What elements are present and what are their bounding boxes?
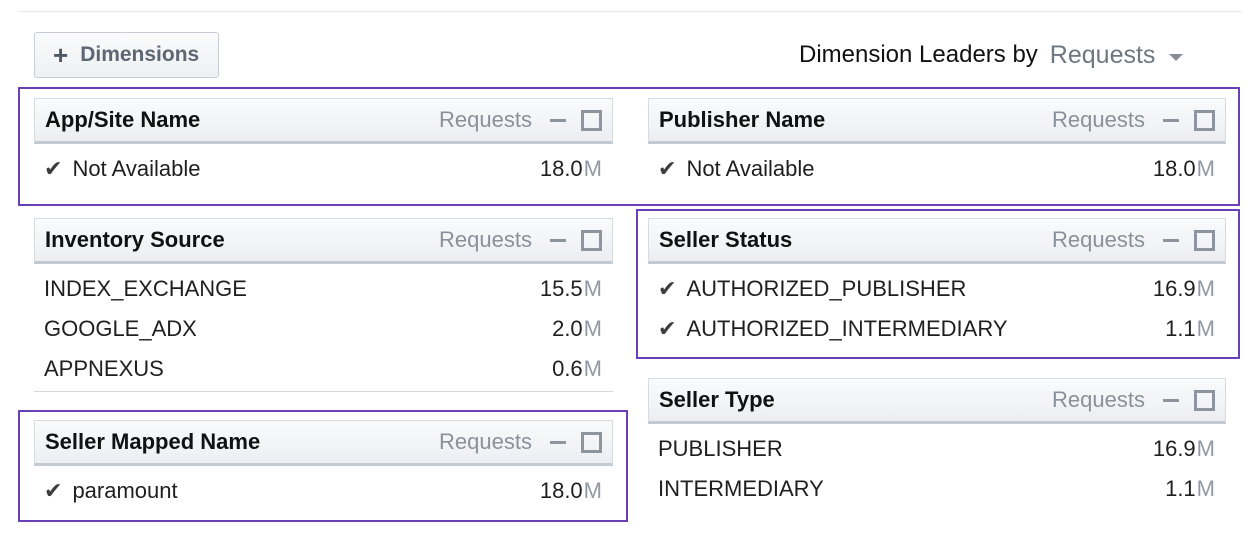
list-item[interactable]: INDEX_EXCHANGE 15.5M: [34, 269, 613, 309]
row-name: GOOGLE_ADX: [44, 316, 197, 341]
row-name: INTERMEDIARY: [658, 476, 824, 501]
panel-metric[interactable]: Requests: [1052, 387, 1145, 413]
dimension-leaders-label: Dimension Leaders by: [799, 41, 1038, 68]
row-name: APPNEXUS: [44, 356, 164, 381]
selection-outline-top-row: [18, 87, 1240, 206]
minimize-icon[interactable]: [550, 238, 566, 242]
list-item[interactable]: GOOGLE_ADX 2.0M: [34, 309, 613, 349]
dimension-leaders-selector: Dimension Leaders by Requests: [799, 38, 1184, 72]
panel-seller-type: Seller Type Requests PUBLISHER 16.9M INT…: [648, 378, 1226, 509]
maximize-icon[interactable]: [581, 229, 602, 251]
add-dimensions-button[interactable]: + Dimensions: [34, 32, 219, 78]
row-name: INDEX_EXCHANGE: [44, 276, 247, 301]
maximize-icon[interactable]: [1194, 389, 1215, 411]
row-value: 15.5M: [539, 276, 602, 301]
row-value: 0.6M: [552, 356, 602, 381]
row-value: 2.0M: [552, 316, 602, 341]
minimize-icon[interactable]: [1163, 398, 1179, 402]
chevron-down-icon[interactable]: [1169, 54, 1184, 61]
leaders-metric-dropdown[interactable]: Requests: [1050, 41, 1156, 70]
panel-inventory-source: Inventory Source Requests INDEX_EXCHANGE…: [34, 218, 613, 392]
selection-outline-seller-status: [636, 209, 1240, 359]
top-divider: [18, 11, 1242, 12]
selection-outline-seller-mapped-name: [18, 410, 628, 522]
row-value: 1.1M: [1165, 476, 1215, 501]
row-value: 16.9M: [1152, 436, 1215, 461]
panel-divider: [34, 391, 613, 392]
list-item[interactable]: PUBLISHER 16.9M: [648, 429, 1226, 469]
dimensions-button-label: Dimensions: [80, 43, 200, 66]
row-name: PUBLISHER: [658, 436, 783, 461]
panel-header: Seller Type Requests: [648, 378, 1226, 424]
list-item[interactable]: INTERMEDIARY 1.1M: [648, 469, 1226, 509]
list-item[interactable]: APPNEXUS 0.6M: [34, 349, 613, 389]
plus-icon: +: [53, 40, 69, 70]
panel-header: Inventory Source Requests: [34, 218, 613, 264]
panel-title: Seller Type: [659, 387, 775, 412]
panel-title: Inventory Source: [45, 227, 225, 252]
panel-metric[interactable]: Requests: [439, 227, 532, 253]
